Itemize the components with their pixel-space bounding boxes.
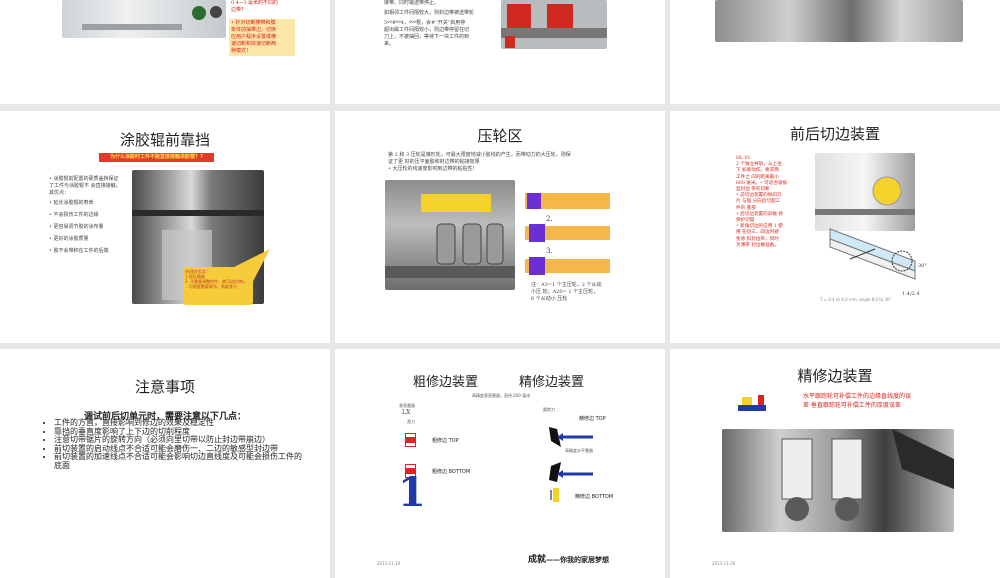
machine-photo-2: [501, 0, 607, 49]
note-line: 小压 轮；A20= 1 个主压轮，: [531, 289, 599, 295]
note-line: 种模式！: [231, 48, 252, 54]
note-line: 速切断和快速切断两: [231, 41, 277, 47]
tracking-wheel-icon: [738, 395, 766, 411]
slide-title: 注意事项: [134, 378, 195, 396]
slide-2-text: 接带。同时输送带停止。 如相邻工件间隔较大，则封边带被送带轮 5ºº#ºº4，º…: [384, 0, 502, 48]
cutter-diagram: [829, 228, 916, 280]
footer-bold: 成就: [528, 555, 547, 565]
slide-title: 压轮区: [477, 127, 523, 145]
bullet-item: • 延长涂胶辊的寿命: [49, 200, 94, 206]
roller-diagram: [525, 193, 610, 275]
bullet-item: • 更好的涂胶质量: [49, 236, 89, 242]
slide-2: 接带。同时输送带停止。 如相邻工件间隔较大，则封边带被送带轮 5ºº#ºº4，º…: [335, 0, 665, 104]
text-line: 如相邻工件间隔较大，则封边带被送带轮: [384, 10, 475, 16]
roller-label-3: 3.: [546, 247, 553, 255]
fine-bottom-label: 精修边 BOTTOM: [575, 494, 614, 500]
intro-text: 第 2 和 3 压轮是锥形轮，可最大限度地减小胶线的产生，而带动力的大压轮，则保…: [388, 152, 618, 173]
slide-8: 粗修边装置 精修边装置 高精度垂直靠器，直径 200 毫米 垂直靠器 LX 直刀…: [335, 349, 665, 578]
intro-line: 第 2 和 3 压轮是锥形轮，可最大限度地减小胶线的产生，而带动力的大压轮，则保: [388, 152, 571, 158]
note-line: 6 个从动小 压轮: [531, 296, 568, 302]
fine-trimmer-description: 水平跟踪轮可补偿工件的边缘直线度的误 差 垂直跟踪轮可补偿工件的厚度误差: [803, 392, 973, 410]
slide-date: 2013-11-26: [712, 561, 736, 566]
text-line: 刀上，不被抽回，等待下一块工件的到: [384, 34, 470, 40]
footer-slogan: 成就——你我的家居梦想: [528, 552, 609, 565]
text-line: 来。: [384, 41, 395, 47]
intro-line: • 大压轮的线速度影响到边带的粘贴性！: [388, 166, 478, 172]
fine-mid-label: 高精度水平靠器: [565, 448, 593, 453]
slide-9: 精修边装置 水平跟踪轮可补偿工件的边缘直线度的误 差 垂直跟踪轮可补偿工件的厚度…: [670, 349, 1000, 578]
slide-subtitle: 高精度垂直靠器，直径 200 毫米: [472, 393, 531, 398]
slide-date: 2013-11-26: [377, 561, 401, 566]
cutter-caption: T = 0.4 to 4.0 mm, angle 8.0 to 30°: [820, 297, 892, 302]
slide-5: 压轮区 第 2 和 3 压轮是锥形轮，可最大限度地减小胶线的产生，而带动力的大压…: [335, 111, 665, 343]
bullet-item: • 涂胶辊前配置的硬质盖挡保证了工件与涂胶辊不 会直接接触，其优点：: [49, 176, 121, 196]
callout-text: 0.4~3 毫米的不同的 边带？: [231, 0, 301, 14]
callout-line: 0.4~3 毫米的不同的: [231, 0, 278, 6]
note-line: 条体前抽带边，切换: [231, 27, 277, 33]
bullet-item: • 胶不会堆积在工件的后端: [49, 248, 109, 254]
text-line: 接带。同时输送带停止。: [384, 0, 440, 6]
slide-3: [670, 0, 1000, 104]
rough-top-block: [405, 433, 416, 447]
cutter-description: HL 01 2 个独立导轨，从上往 下 如果动作。要求两 工件之 间的距离最小 …: [736, 156, 802, 249]
note-line: • 针对切断横带和膜: [231, 20, 276, 26]
roller-label-2: 2.: [546, 215, 553, 223]
machine-photo-3: [715, 0, 963, 42]
fine-top-blade-icon: [549, 427, 593, 447]
slide-1: 0.4~3 毫米的不同的 边带？ • 针对切断横带和膜 条体前抽带边，切换 应用…: [0, 0, 330, 104]
slide-title: 涂胶辊前靠挡: [119, 131, 210, 149]
callout-line: 边带？: [231, 7, 247, 13]
question-banner: 为什么涂胶时工件不能直接接触涂胶辊？?: [99, 153, 214, 162]
fine-trimmer-photo: [722, 429, 954, 532]
text-line: 5ºº#ºº4，ººº根，会#“开关”启用停: [384, 20, 466, 26]
bullet-item: • 不会损伤工件的边缘: [49, 212, 99, 218]
intro-line: 证了更 好的压平面胶和封边带的粘接效果: [388, 159, 480, 165]
slide-title: 前后切边装置: [789, 125, 880, 143]
rough-top-label: 粗修边 TOP: [432, 438, 459, 444]
slide-7: 注意事项 调试前后切单元时，需要注意以下几点： 工件的方直，直接影响到修边的效果…: [0, 349, 330, 578]
lx-label: LX: [402, 409, 411, 416]
footer-rest: ——你我的家居梦想: [546, 556, 610, 564]
lx-sub-label: 直刀: [407, 419, 415, 424]
title-fine-trimmer: 精修边装置: [519, 375, 585, 390]
rough-bottom-label: 粗修边 BOTTOM: [432, 469, 471, 475]
fine-top-label: 精修边 TOP: [579, 416, 606, 422]
slide-4: 涂胶辊前靠挡 为什么涂胶时工件不能直接接触涂胶辊？? • 涂胶辊前配置的硬质盖挡…: [0, 111, 330, 343]
slide-6: 前后切边装置 HL 01 2 个独立导轨，从上往 下 如果动作。要求两 工件之 …: [670, 111, 1000, 343]
angle-label: 30°: [918, 263, 927, 269]
note-item: 前切装置的加速线点不合适可能会影响切边直线度及可能会损伤工件的底面: [54, 452, 306, 470]
note-line: 应用户程序设置或横: [231, 34, 277, 40]
machine-photo-1: [62, 0, 226, 38]
press-roller-photo: [385, 180, 515, 290]
roller-note: 注：A3=1 个主压轮，2 个从动 小压 轮；A20= 1 个主压轮， 6 个从…: [531, 282, 631, 303]
bullet-item: • 更容易调节胶的涂布量: [49, 224, 104, 230]
big-number: 1: [398, 469, 426, 516]
fine-head-label: 跟踪刀: [543, 407, 555, 412]
title-rough-trimmer: 粗修边装置: [413, 375, 479, 390]
note-box: • 针对切断横带和膜 条体前抽带边，切换 应用户程序设置或横 速切断和快速切断两…: [229, 19, 295, 56]
text-line: 超出磁工件间隔较小，则边带停留在切: [384, 27, 470, 33]
bullet-list: • 涂胶辊前配置的硬质盖挡保证了工件与涂胶辊不 会直接接触，其优点： • 延长涂…: [49, 176, 123, 255]
desc-line: 水平跟踪轮可补偿工件的边缘直线度的误: [803, 393, 912, 400]
desc-line: 为薄带 封边做准备。: [736, 242, 779, 248]
desc-line: 差 垂直跟踪轮可补偿工件的厚度误差: [803, 402, 901, 409]
cutter-code: 1.4/2.4: [902, 291, 920, 297]
callout-pointer-icon: [230, 249, 270, 287]
slide-title: 精修边装置: [797, 367, 873, 385]
notes-list: 工件的方直，直接影响到修边的效果及稳定性 靠挡的垂直度影响了上下边的切削程度 注…: [44, 418, 306, 470]
note-line: 注：A3=1 个主压轮，2 个从动: [531, 282, 602, 288]
